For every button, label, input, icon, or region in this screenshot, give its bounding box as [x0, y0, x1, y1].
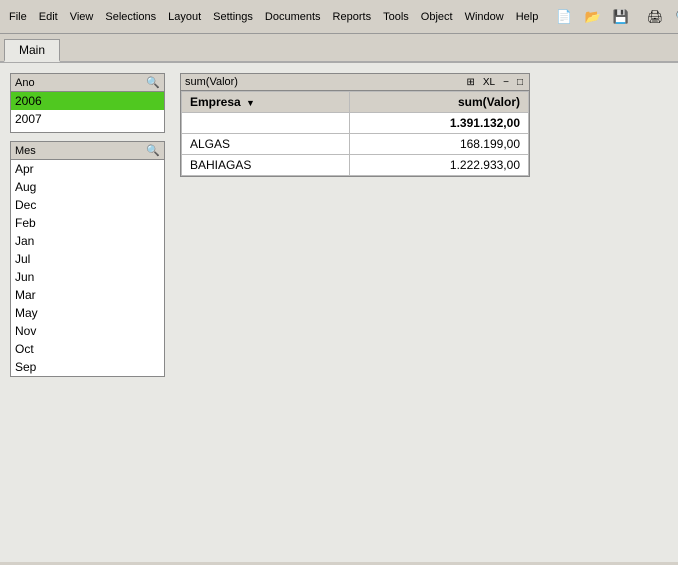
menu-settings[interactable]: Settings [208, 4, 258, 30]
ano-item-2006[interactable]: 2006 [11, 92, 164, 110]
ano-filter-box: Ano 🔍 2006 2007 [10, 73, 165, 133]
algas-valor: 168.199,00 [350, 134, 529, 155]
menu-tools[interactable]: Tools [378, 4, 414, 30]
ano-filter-items: 2006 2007 [11, 92, 164, 132]
table-header-row: Empresa ▼ sum(Valor) [182, 92, 529, 113]
toolbar-icon-1[interactable]: 📄 [551, 4, 577, 30]
menu-layout[interactable]: Layout [163, 4, 206, 30]
algas-empresa: ALGAS [182, 134, 350, 155]
mes-item-aug[interactable]: Aug [11, 178, 164, 196]
tab-main-label: Main [19, 43, 45, 57]
menu-reports[interactable]: Reports [328, 4, 377, 30]
mes-item-nov[interactable]: Nov [11, 322, 164, 340]
pivot-header-icons: ⊞ XL − □ [464, 77, 525, 88]
menu-selections[interactable]: Selections [100, 4, 161, 30]
total-row: 1.391.132,00 [182, 113, 529, 134]
col-valor-header[interactable]: sum(Valor) [350, 92, 529, 113]
pivot-title: sum(Valor) [185, 76, 238, 88]
left-panels: Ano 🔍 2006 2007 Mes 🔍 Apr Aug Dec Feb Ja… [10, 73, 170, 377]
pivot-xl-icon[interactable]: XL [481, 77, 497, 88]
table-area: sum(Valor) ⊞ XL − □ Empresa ▼ [180, 73, 668, 177]
mes-item-jul[interactable]: Jul [11, 250, 164, 268]
col-empresa-header[interactable]: Empresa ▼ [182, 92, 350, 113]
tab-bar: Main [0, 34, 678, 63]
mes-item-may[interactable]: May [11, 304, 164, 322]
toolbar-icon-2[interactable]: 📂 [580, 4, 606, 30]
total-value: 1.391.132,00 [350, 113, 529, 134]
mes-search-icon[interactable]: 🔍 [146, 144, 160, 157]
pivot-maximize-icon[interactable]: □ [515, 77, 525, 88]
main-content: Ano 🔍 2006 2007 Mes 🔍 Apr Aug Dec Feb Ja… [0, 63, 678, 562]
mes-item-feb[interactable]: Feb [11, 214, 164, 232]
mes-filter-label: Mes [15, 145, 36, 157]
mes-filter-items: Apr Aug Dec Feb Jan Jul Jun Mar May Nov … [11, 160, 164, 376]
pivot-print-icon[interactable]: ⊞ [464, 77, 476, 88]
col-empresa-label: Empresa [190, 95, 241, 109]
mes-item-mar[interactable]: Mar [11, 286, 164, 304]
pivot-header: sum(Valor) ⊞ XL − □ [181, 74, 529, 91]
table-row-bahiagas: BAHIAGAS 1.222.933,00 [182, 155, 529, 176]
mes-item-jan[interactable]: Jan [11, 232, 164, 250]
ano-filter-label: Ano [15, 77, 35, 89]
menu-documents[interactable]: Documents [260, 4, 326, 30]
mes-item-jun[interactable]: Jun [11, 268, 164, 286]
mes-item-dec[interactable]: Dec [11, 196, 164, 214]
menu-help[interactable]: Help [511, 4, 544, 30]
col-valor-label: sum(Valor) [458, 95, 520, 109]
mes-item-apr[interactable]: Apr [11, 160, 164, 178]
mes-filter-header: Mes 🔍 [11, 142, 164, 160]
menu-bar: File Edit View Selections Layout Setting… [0, 0, 678, 34]
menu-view[interactable]: View [65, 4, 99, 30]
toolbar-icon-4[interactable]: 🖨 [642, 4, 669, 30]
mes-item-sep[interactable]: Sep [11, 358, 164, 376]
menu-edit[interactable]: Edit [34, 4, 63, 30]
pivot-minimize-icon[interactable]: − [501, 77, 511, 88]
table-row-algas: ALGAS 168.199,00 [182, 134, 529, 155]
ano-search-icon[interactable]: 🔍 [146, 76, 160, 89]
ano-filter-header: Ano 🔍 [11, 74, 164, 92]
menu-object[interactable]: Object [416, 4, 458, 30]
mes-item-oct[interactable]: Oct [11, 340, 164, 358]
tab-main[interactable]: Main [4, 39, 60, 62]
menu-window[interactable]: Window [460, 4, 509, 30]
bahiagas-empresa: BAHIAGAS [182, 155, 350, 176]
total-label [182, 113, 350, 134]
pivot-table-container: sum(Valor) ⊞ XL − □ Empresa ▼ [180, 73, 530, 177]
mes-filter-box: Mes 🔍 Apr Aug Dec Feb Jan Jul Jun Mar Ma… [10, 141, 165, 377]
menu-file[interactable]: File [4, 4, 32, 30]
sort-icon: ▼ [246, 98, 255, 108]
toolbar-icon-5[interactable]: 🔍 [670, 4, 678, 30]
pivot-table: Empresa ▼ sum(Valor) 1.391.132,00 [181, 91, 529, 176]
bahiagas-valor: 1.222.933,00 [350, 155, 529, 176]
toolbar-icon-3[interactable]: 💾 [608, 4, 634, 30]
ano-item-2007[interactable]: 2007 [11, 110, 164, 128]
